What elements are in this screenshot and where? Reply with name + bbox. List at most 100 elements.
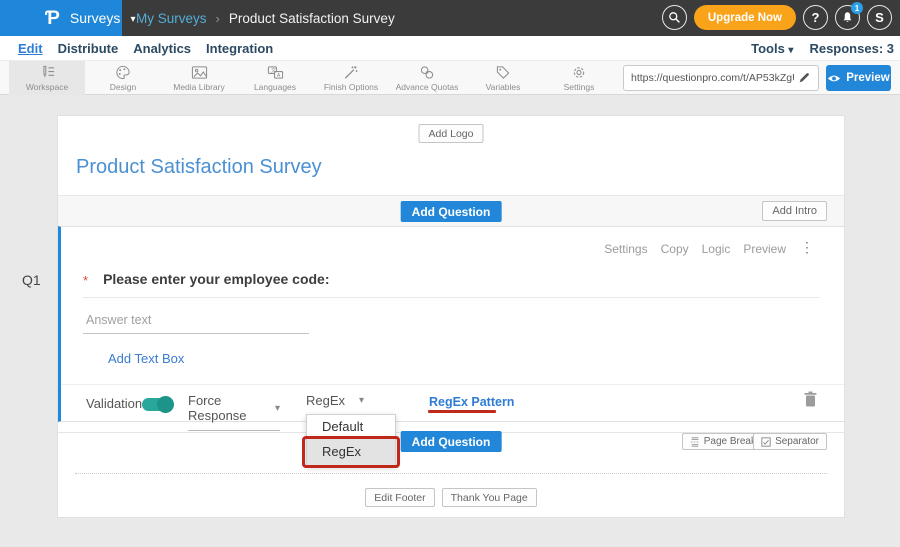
question-actions: Settings Copy Logic Preview [604, 242, 786, 256]
delete-question-button[interactable] [804, 391, 817, 410]
toolbar-label: Finish Options [324, 82, 378, 92]
regex-pattern-link[interactable]: RegEx Pattern [429, 395, 514, 409]
chevron-down-icon: ▾ [359, 395, 364, 406]
page-break-button[interactable]: Page Break [682, 433, 764, 450]
separator-button[interactable]: Separator [753, 433, 827, 450]
page-break-icon [690, 437, 700, 447]
regex-pattern-annotation-underline [428, 410, 496, 413]
tab-distribute[interactable]: Distribute [58, 41, 119, 56]
chevron-down-icon: ▾ [130, 14, 135, 25]
question-logic-link[interactable]: Logic [702, 242, 731, 256]
toolbar-item-variables[interactable]: Variables [465, 61, 541, 95]
bell-icon [841, 11, 854, 24]
kebab-menu-icon[interactable]: ⋮ [800, 240, 814, 254]
add-logo-button[interactable]: Add Logo [419, 124, 484, 143]
validation-type-select[interactable]: RegEx ▾ [306, 393, 364, 416]
tools-dropdown[interactable]: Tools ▾ [751, 41, 793, 56]
validation-divider [61, 384, 844, 385]
gear-icon [571, 65, 587, 80]
palette-icon [115, 65, 131, 80]
breadcrumb-my-surveys[interactable]: My Surveys [136, 11, 207, 26]
question-copy-link[interactable]: Copy [661, 242, 689, 256]
responses-count-link[interactable]: Responses: 3 [809, 41, 894, 56]
toolbar-item-settings[interactable]: Settings [541, 61, 617, 95]
question-mark-icon: ? [812, 10, 820, 25]
questionpro-survey-editor: Ƥ Surveys ▾ My Surveys › Product Satisfa… [0, 0, 900, 547]
question-number-label: Q1 [22, 272, 41, 288]
chain-links-icon [419, 65, 435, 80]
avatar-initial: S [875, 10, 884, 25]
chevron-down-icon: ▾ [788, 45, 793, 56]
breadcrumb: My Surveys › Product Satisfaction Survey [136, 0, 395, 36]
toggle-knob [157, 396, 174, 413]
toolbar-label: Variables [486, 82, 521, 92]
question-text-divider [83, 297, 820, 298]
footer-buttons: Edit Footer Thank You Page [58, 488, 844, 507]
tab-integration[interactable]: Integration [206, 41, 273, 56]
add-text-box-link[interactable]: Add Text Box [108, 351, 184, 366]
magic-wand-icon [343, 65, 359, 80]
tab-analytics[interactable]: Analytics [133, 41, 191, 56]
required-asterisk-icon: * [83, 273, 88, 288]
validation-label: Validation [86, 396, 142, 411]
editor-canvas: Q1 Add Logo Product Satisfaction Survey … [0, 95, 900, 547]
nav-tabs: Edit Distribute Analytics Integration [18, 36, 273, 60]
edit-url-button[interactable] [794, 68, 814, 88]
dropdown-option-regex[interactable]: RegEx [307, 438, 395, 465]
question-settings-link[interactable]: Settings [604, 242, 647, 256]
question-text-row: * Please enter your employee code: [83, 271, 330, 288]
notification-count-badge: 1 [851, 2, 863, 14]
upgrade-now-button[interactable]: Upgrade Now [694, 5, 796, 30]
toolbar-item-finish-options[interactable]: Finish Options [313, 61, 389, 95]
topbar-actions: Upgrade Now ? 1 S [662, 5, 892, 30]
add-question-button-bottom[interactable]: Add Question [401, 431, 502, 452]
survey-url-input[interactable] [631, 72, 794, 84]
editor-toolbar: Workspace Design Media Library [0, 60, 900, 95]
page-break-label: Page Break [704, 436, 756, 447]
image-icon [191, 65, 208, 80]
add-question-button-top[interactable]: Add Question [401, 201, 502, 222]
preview-label: Preview [846, 72, 889, 84]
edit-footer-button[interactable]: Edit Footer [365, 488, 434, 507]
thank-you-page-button[interactable]: Thank You Page [442, 488, 537, 507]
survey-title[interactable]: Product Satisfaction Survey [76, 156, 322, 179]
preview-button[interactable]: Preview [826, 65, 891, 91]
chevron-down-icon: ▾ [275, 403, 280, 414]
force-response-value: Force Response [188, 393, 265, 423]
eye-icon [827, 74, 841, 83]
user-avatar[interactable]: S [867, 5, 892, 30]
surveys-product-menu[interactable]: Ƥ Surveys ▾ [0, 0, 122, 36]
validation-type-dropdown: Default RegEx [306, 414, 396, 466]
add-intro-button[interactable]: Add Intro [762, 201, 827, 221]
nav-right: Tools ▾ Responses: 3 [751, 36, 894, 60]
translate-icon: 文 A [267, 65, 284, 80]
separator-icon [761, 437, 771, 447]
survey-url-box [623, 65, 819, 91]
separator-label: Separator [775, 436, 819, 447]
toolbar-label: Workspace [26, 82, 68, 92]
toolbar-item-media-library[interactable]: Media Library [161, 61, 237, 95]
question-text[interactable]: Please enter your employee code: [103, 271, 329, 288]
question-preview-link[interactable]: Preview [743, 242, 786, 256]
search-button[interactable] [662, 5, 687, 30]
question-block-q1: Settings Copy Logic Preview ⋮ * Please e… [58, 226, 844, 422]
tab-edit[interactable]: Edit [18, 41, 43, 56]
toolbar-item-workspace[interactable]: Workspace [9, 61, 85, 95]
add-question-row-top: Add Question Add Intro [58, 195, 844, 226]
dropdown-option-default[interactable]: Default [307, 415, 395, 438]
toolbar-item-languages[interactable]: 文 A Languages [237, 61, 313, 95]
breadcrumb-current-survey: Product Satisfaction Survey [229, 11, 395, 26]
notifications-button[interactable]: 1 [835, 5, 860, 30]
toolbar-item-advance-quotas[interactable]: Advance Quotas [389, 61, 465, 95]
toolbar-label: Settings [564, 82, 595, 92]
validation-toggle[interactable] [142, 398, 172, 411]
top-bar: Ƥ Surveys ▾ My Surveys › Product Satisfa… [0, 0, 900, 36]
toolbar-items: Workspace Design Media Library [9, 61, 617, 95]
toolbar-item-design[interactable]: Design [85, 61, 161, 95]
tag-icon [495, 65, 511, 80]
answer-text-input[interactable] [83, 311, 309, 334]
force-response-select[interactable]: Force Response ▾ [188, 393, 280, 431]
product-menu-label: Surveys [70, 10, 121, 26]
trash-icon [804, 391, 817, 407]
help-button[interactable]: ? [803, 5, 828, 30]
